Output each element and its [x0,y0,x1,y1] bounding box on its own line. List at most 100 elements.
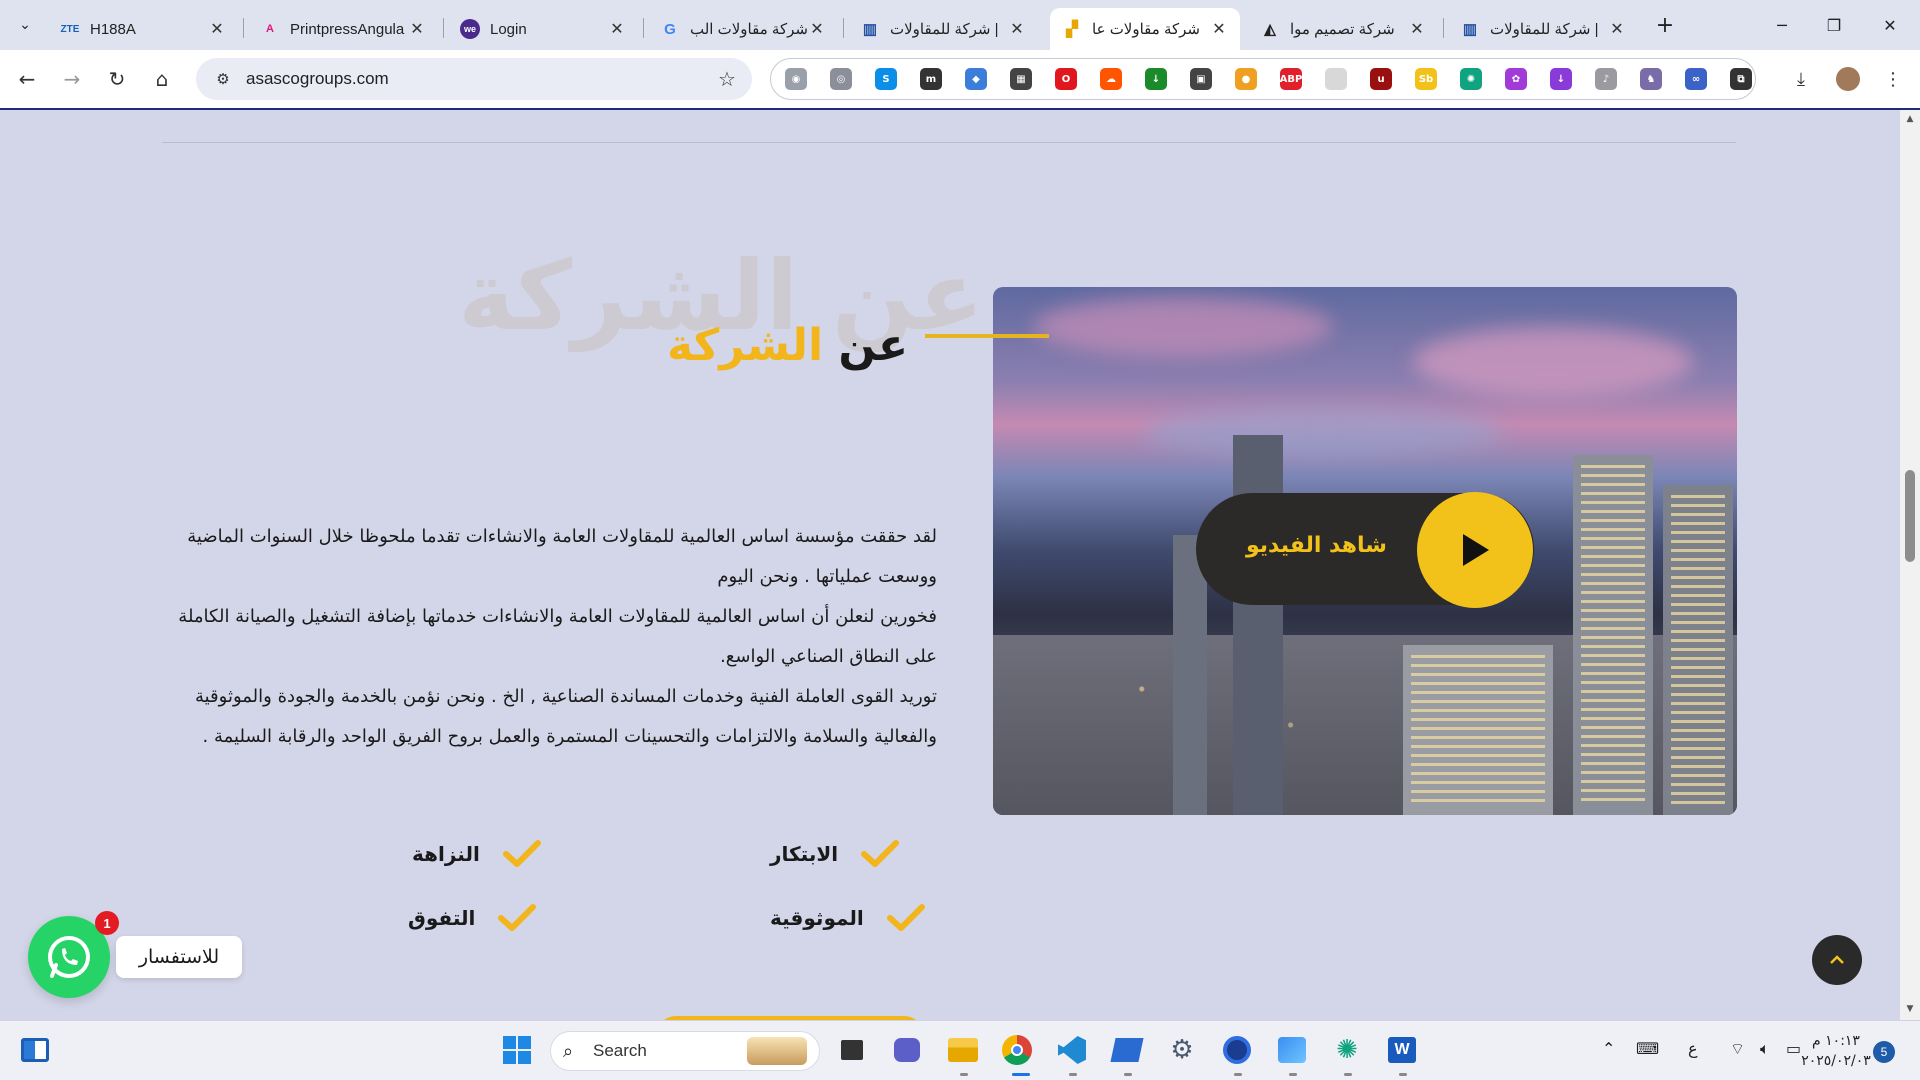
browser-tab[interactable]: ▥ شركة للمقاولات | ✕ [848,8,1038,50]
file-explorer-icon[interactable] [946,1033,980,1067]
chrome-icon[interactable] [1000,1033,1034,1067]
color-extension-icon[interactable]: ● [1235,68,1257,90]
extensions-bar: ◉ ◎ Sm ◆ ▦ O ☁ ↓ ▣ ● ABP u Sb ✺ ✿ ↓ ♪ ♞ ∞ ⧉ [770,58,1756,100]
input-language[interactable]: ع [1688,1039,1698,1058]
tray-overflow-icon[interactable]: ⌃ [1602,1039,1615,1058]
scroll-down-arrow-icon[interactable]: ▼ [1905,1004,1915,1014]
widgets-icon[interactable] [18,1033,52,1067]
minimize-button[interactable]: ─ [1762,10,1802,40]
active-indicator [1012,1073,1030,1076]
brain-extension-icon[interactable]: ✿ [1505,68,1527,90]
vscode-icon[interactable] [1055,1033,1089,1067]
close-tab-icon[interactable]: ✕ [208,19,226,39]
forward-button[interactable]: → [57,64,87,94]
close-tab-icon[interactable]: ✕ [1008,19,1026,39]
target-extension-icon[interactable]: ◎ [830,68,852,90]
restore-button[interactable]: ❐ [1814,10,1854,40]
word-icon[interactable]: W [1385,1033,1419,1067]
search-highlight-image [747,1037,807,1065]
address-bar[interactable]: ⚙ asascogroups.com ☆ [196,58,752,100]
browser-tab[interactable]: ◭ شركة تصميم موا ✕ [1248,8,1438,50]
page-scrollbar[interactable]: ▲ ▼ [1900,110,1920,1020]
photos-icon[interactable] [1275,1033,1309,1067]
close-window-button[interactable]: ✕ [1870,10,1910,40]
wifi-icon[interactable]: ⌔ [1730,1039,1745,1059]
tab-title: شركة للمقاولات | [890,21,999,38]
download-extension-icon[interactable]: ↓ [1145,68,1167,90]
browser-menu-icon[interactable]: ⋮ [1878,64,1908,94]
about-video-thumbnail[interactable]: شاهد الفيديو [993,287,1737,815]
ublock-extension-icon[interactable]: u [1370,68,1392,90]
browser-tab[interactable]: G شركة مقاولات الب ✕ [648,8,838,50]
building [1173,535,1207,815]
system-clock[interactable]: ١٠:١٣ م ٢٠٢٥/٠٢/٠٣ [1796,1031,1876,1071]
value-item: الموثوقية [770,898,926,938]
chatgpt-icon[interactable]: ✺ [1330,1033,1364,1067]
browser-tab[interactable]: ZTE H188A ✕ [48,8,238,50]
box-extension-icon[interactable]: ▣ [1190,68,1212,90]
heading-accent-line [925,334,1049,338]
opera-extension-icon[interactable]: O [1055,68,1077,90]
close-tab-icon[interactable]: ✕ [408,19,426,39]
angular-favicon-icon: A [266,23,274,35]
scroll-to-top-button[interactable] [1812,935,1862,985]
start-button[interactable] [500,1033,534,1067]
site-info-icon[interactable]: ⚙ [208,70,238,88]
sb-extension-icon[interactable]: Sb [1415,68,1437,90]
qr-extension-icon[interactable]: ▦ [1010,68,1032,90]
browser-tab-active[interactable]: ▞ شركة مقاولات عا ✕ [1050,8,1240,50]
tab-separator [443,18,444,38]
adblock-extension-icon[interactable]: ABP [1280,68,1302,90]
close-tab-icon[interactable]: ✕ [608,19,626,39]
chevron-up-icon [1830,955,1844,964]
scroll-up-arrow-icon[interactable]: ▲ [1905,114,1915,124]
close-tab-icon[interactable]: ✕ [1210,19,1228,39]
close-tab-icon[interactable]: ✕ [1408,19,1426,39]
teams-glyph [894,1038,920,1062]
m-extension-icon[interactable]: m [920,68,942,90]
close-tab-icon[interactable]: ✕ [1608,19,1626,39]
swirl-extension-icon[interactable]: ∞ [1685,68,1707,90]
notification-badge[interactable]: 5 [1873,1041,1895,1063]
new-tab-button[interactable]: + [1650,10,1680,40]
tab-title: PrintpressAngula [290,20,405,38]
tab-title: H188A [90,20,136,38]
close-tab-icon[interactable]: ✕ [808,19,826,39]
shazam-extension-icon[interactable]: S [875,68,897,90]
tab-search-button[interactable]: ⌄ [10,10,40,40]
tab-separator [843,18,844,38]
soundcloud-extension-icon[interactable]: ☁ [1100,68,1122,90]
reload-button[interactable]: ↻ [102,64,132,94]
task-view-icon[interactable] [835,1033,869,1067]
purple-down-extension-icon[interactable]: ↓ [1550,68,1572,90]
keyboard-icon[interactable]: ⌨ [1636,1039,1659,1058]
scrollbar-thumb[interactable] [1905,470,1915,562]
bird-extension-icon[interactable]: ♞ [1640,68,1662,90]
play-button[interactable] [1417,492,1533,608]
diamond-extension-icon[interactable]: ◆ [965,68,987,90]
volume-icon[interactable]: 🔈︎ [1760,1039,1770,1059]
eye-extension-icon[interactable]: ◉ [785,68,807,90]
about-paragraph: توريد القوى العاملة الفنية وخدمات المسان… [194,686,937,747]
downloads-icon[interactable]: ⤓ [1786,64,1816,94]
taskbar-search[interactable]: ⌕ Search [550,1031,820,1071]
puzzle-extension-icon[interactable]: ⧉ [1730,68,1752,90]
chatgpt-extension-icon[interactable]: ✺ [1460,68,1482,90]
browser-tab[interactable]: ▥ شركة للمقاولات | ✕ [1448,8,1638,50]
blank-extension-icon[interactable] [1325,68,1347,90]
browser-tab[interactable]: A PrintpressAngula ✕ [248,8,438,50]
home-button[interactable]: ⌂ [147,64,177,94]
profile-avatar[interactable] [1833,64,1863,94]
teams-icon[interactable] [890,1033,924,1067]
powershell-icon[interactable] [1110,1033,1144,1067]
browser-tab[interactable]: we Login ✕ [448,8,638,50]
url-text[interactable]: asascogroups.com [246,69,712,89]
back-button[interactable]: ← [12,64,42,94]
chatgpt-glyph: ✺ [1336,1035,1358,1065]
media-app-icon[interactable] [1220,1033,1254,1067]
tab-title: شركة للمقاولات | [1490,21,1599,38]
whatsapp-label[interactable]: للاستفسار [116,936,242,978]
bookmark-star-icon[interactable]: ☆ [712,67,742,91]
settings-icon[interactable]: ⚙ [1165,1033,1199,1067]
music-extension-icon[interactable]: ♪ [1595,68,1617,90]
